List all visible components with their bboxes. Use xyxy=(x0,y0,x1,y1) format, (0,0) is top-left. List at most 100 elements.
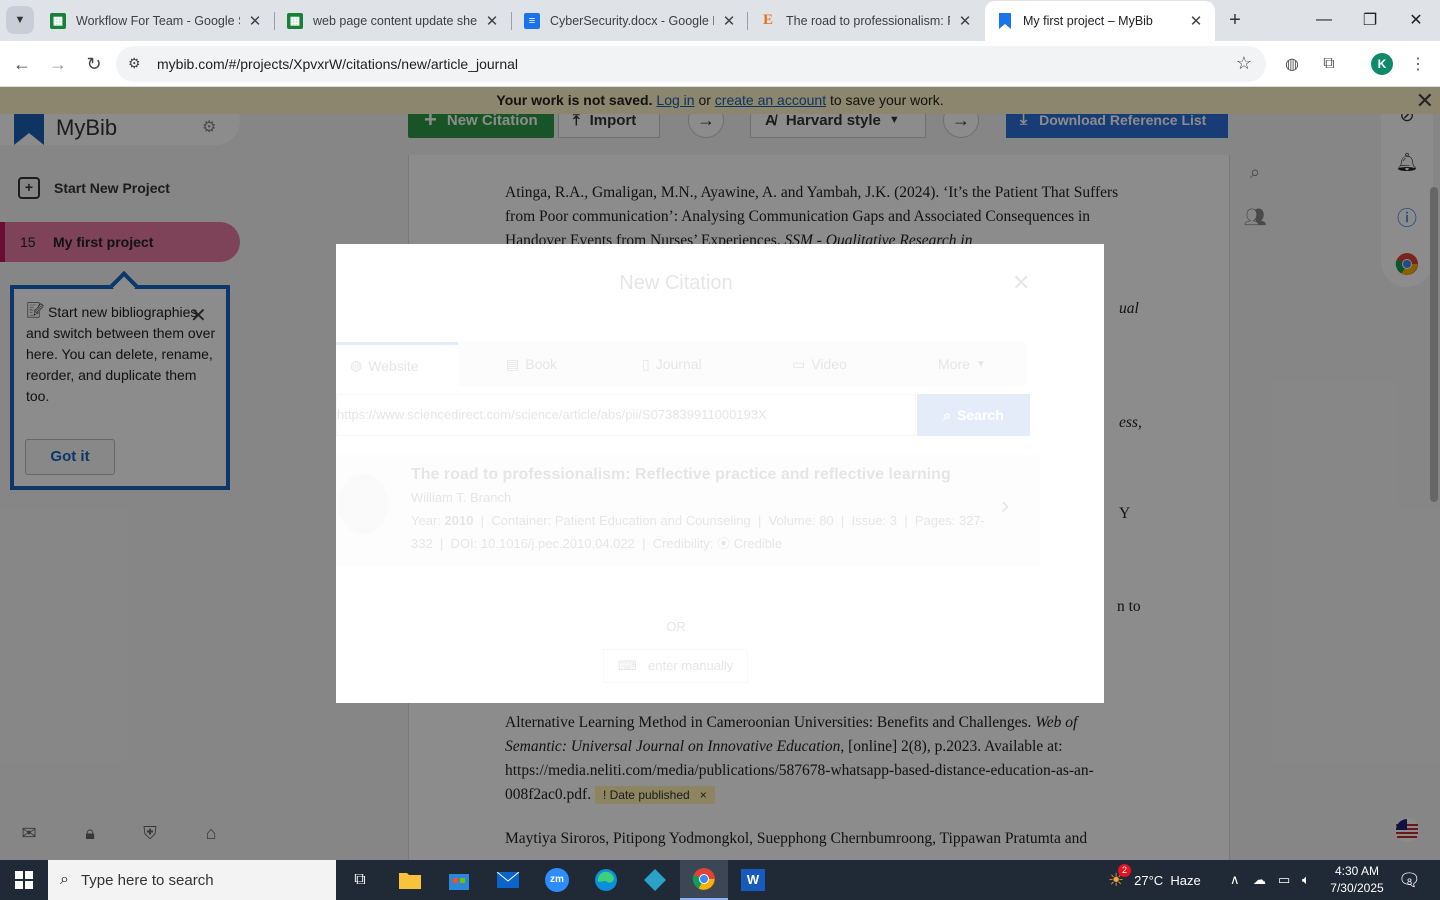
tab-cybersecurity[interactable]: ≡ CyberSecurity.docx - Google Docs ✕ xyxy=(512,0,748,41)
meta-issue: 3 xyxy=(889,513,898,528)
new-citation-modal: New Citation ✕ ◍ Website ▤ Book ▯ Journa… xyxy=(336,244,1104,703)
source-type-tabs: ◍ Website ▤ Book ▯ Journal ▭ Video More … xyxy=(336,342,1026,386)
tab-strip: ▼ ▦ Workflow For Team - Google Sheets ✕ … xyxy=(0,0,1440,41)
new-tab-button[interactable]: + xyxy=(1223,8,1247,32)
meta-container: Patient Education and Counseling xyxy=(554,513,751,528)
reload-button[interactable]: ↻ xyxy=(80,50,108,78)
enter-manually-button[interactable]: ⌨ enter manually xyxy=(603,649,748,683)
tab-journal[interactable]: ▯ Journal xyxy=(642,342,702,386)
forward-button[interactable]: → xyxy=(44,50,72,78)
url-text[interactable]: mybib.com/#/projects/XpvxrW/citations/ne… xyxy=(157,56,518,72)
task-view-icon[interactable]: ⧉ xyxy=(336,860,384,900)
weather-text: 27°C Haze xyxy=(1134,872,1201,888)
check-icon: ⦿ xyxy=(717,536,731,551)
search-result-card[interactable]: The road to professionalism: Reflective … xyxy=(336,454,1040,566)
meta-label: Year: xyxy=(411,513,441,528)
minimize-button[interactable]: — xyxy=(1301,0,1347,40)
result-metadata: Year: 2010 | Container: Patient Educatio… xyxy=(411,513,985,551)
meta-label: Issue: xyxy=(851,513,887,528)
close-icon[interactable]: ✕ xyxy=(246,12,264,30)
search-label: Search xyxy=(957,407,1004,423)
mybib-icon xyxy=(997,13,1013,29)
search-icon: ⌕ xyxy=(943,407,952,423)
close-icon[interactable]: ✕ xyxy=(483,12,501,30)
search-button[interactable]: ⌕ Search xyxy=(917,394,1030,436)
browser-toolbar: ← → ↻ ⚙ mybib.com/#/projects/XpvxrW/cita… xyxy=(0,41,1440,87)
tab-video[interactable]: ▭ Video xyxy=(792,342,847,386)
bookmark-star-icon[interactable]: ☆ xyxy=(1236,53,1252,74)
zoom-icon[interactable]: zm xyxy=(533,860,581,900)
tab-website[interactable]: ◍ Website xyxy=(336,342,458,386)
search-icon: ⌕ xyxy=(60,871,69,888)
video-icon: ▭ xyxy=(792,355,806,372)
enter-manually-label: enter manually xyxy=(648,658,734,673)
meta-doi: 10.1016/j.pec.2010.04.022 xyxy=(480,536,635,551)
weather-widget[interactable]: ☀ 2 27°C Haze xyxy=(1108,860,1201,900)
network-icon[interactable]: ▭ xyxy=(1278,860,1290,900)
mail-icon[interactable] xyxy=(484,860,532,900)
tab-title: My first project – MyBib xyxy=(1023,14,1153,28)
show-hidden-icons[interactable]: ∧ xyxy=(1230,860,1240,900)
app-diamond-icon[interactable] xyxy=(631,860,679,900)
clock-time: 4:30 AM xyxy=(1334,864,1380,878)
tab-title: Workflow For Team - Google Sheets xyxy=(76,13,240,28)
modal-title: New Citation xyxy=(619,272,733,294)
weather-badge: 2 xyxy=(1118,863,1131,877)
close-icon[interactable]: ✕ xyxy=(956,12,974,30)
start-button[interactable] xyxy=(0,860,48,900)
tab-mybib[interactable]: My first project – MyBib ✕ xyxy=(985,1,1215,41)
windows-logo-icon xyxy=(15,871,33,889)
keyboard-icon: ⌨ xyxy=(618,658,637,673)
menu-kebab-icon[interactable]: ⋮ xyxy=(1406,52,1430,76)
clock[interactable]: 4:30 AM 7/30/2025 xyxy=(1326,860,1388,900)
tab-label: Website xyxy=(368,357,419,374)
profile-avatar[interactable]: K xyxy=(1371,53,1393,75)
result-author: William T. Branch xyxy=(411,490,512,505)
edge-icon[interactable] xyxy=(582,860,630,900)
window-close-button[interactable]: ✕ xyxy=(1393,0,1439,40)
word-icon[interactable]: W xyxy=(729,860,777,900)
file-explorer-icon[interactable] xyxy=(386,860,434,900)
result-title: The road to professionalism: Reflective … xyxy=(411,466,951,483)
source-url-input[interactable]: https://www.sciencedirect.com/science/ar… xyxy=(336,394,916,436)
meta-year: 2010 xyxy=(444,513,474,528)
volume-icon[interactable]: 🔈︎ xyxy=(1302,860,1310,900)
onedrive-icon[interactable]: ☁ xyxy=(1253,860,1266,900)
clock-date: 7/30/2025 xyxy=(1330,881,1384,895)
meta-label: DOI: xyxy=(450,536,478,551)
notification-count: 8 xyxy=(1407,876,1413,887)
tab-web-page-content[interactable]: ▦ web page content update sheet - Google… xyxy=(275,0,511,41)
taskbar-search[interactable]: ⌕ Type here to search xyxy=(48,860,336,900)
tab-workflow[interactable]: ▦ Workflow For Team - Google Sheets ✕ xyxy=(38,0,274,41)
document-icon xyxy=(338,474,388,534)
taskbar-search-placeholder: Type here to search xyxy=(80,871,214,889)
chevron-right-icon: › xyxy=(1001,492,1009,519)
close-icon[interactable]: ✕ xyxy=(1012,270,1030,296)
meta-label: Volume: xyxy=(768,513,816,528)
or-divider: OR xyxy=(666,619,686,634)
weather-icon: ☀ 2 xyxy=(1108,863,1131,891)
meta-volume: 80 xyxy=(819,513,834,528)
tab-title: The road to professionalism: Reflective … xyxy=(786,13,950,28)
close-icon[interactable]: ✕ xyxy=(720,12,738,30)
tab-label: Video xyxy=(811,356,847,372)
close-icon[interactable]: ✕ xyxy=(1187,12,1205,30)
globe-icon: ◍ xyxy=(350,357,363,373)
restore-button[interactable]: ❐ xyxy=(1347,0,1393,40)
address-bar[interactable]: ⚙ mybib.com/#/projects/XpvxrW/citations/… xyxy=(116,46,1266,82)
back-button[interactable]: ← xyxy=(8,50,36,78)
sheets-icon: ▦ xyxy=(50,12,66,29)
tab-book[interactable]: ▤ Book xyxy=(506,342,557,386)
tab-search-button[interactable]: ▼ xyxy=(6,6,34,34)
notifications-icon[interactable]: 🗨︎ 8 xyxy=(1398,860,1421,900)
site-info-icon[interactable]: ⚙ xyxy=(128,55,141,72)
store-icon[interactable] xyxy=(435,860,483,900)
tab-more[interactable]: More ▼ xyxy=(938,342,986,386)
sheets-icon: ▦ xyxy=(287,12,303,29)
meta-credibility: Credible xyxy=(733,536,783,551)
translate-icon[interactable]: ◍ xyxy=(1280,52,1304,76)
tab-label: More xyxy=(938,356,970,372)
tab-road-to-professionalism[interactable]: E The road to professionalism: Reflectiv… xyxy=(748,0,984,41)
chrome-icon[interactable] xyxy=(680,860,728,900)
extensions-icon[interactable]: ⧉ xyxy=(1317,52,1341,76)
